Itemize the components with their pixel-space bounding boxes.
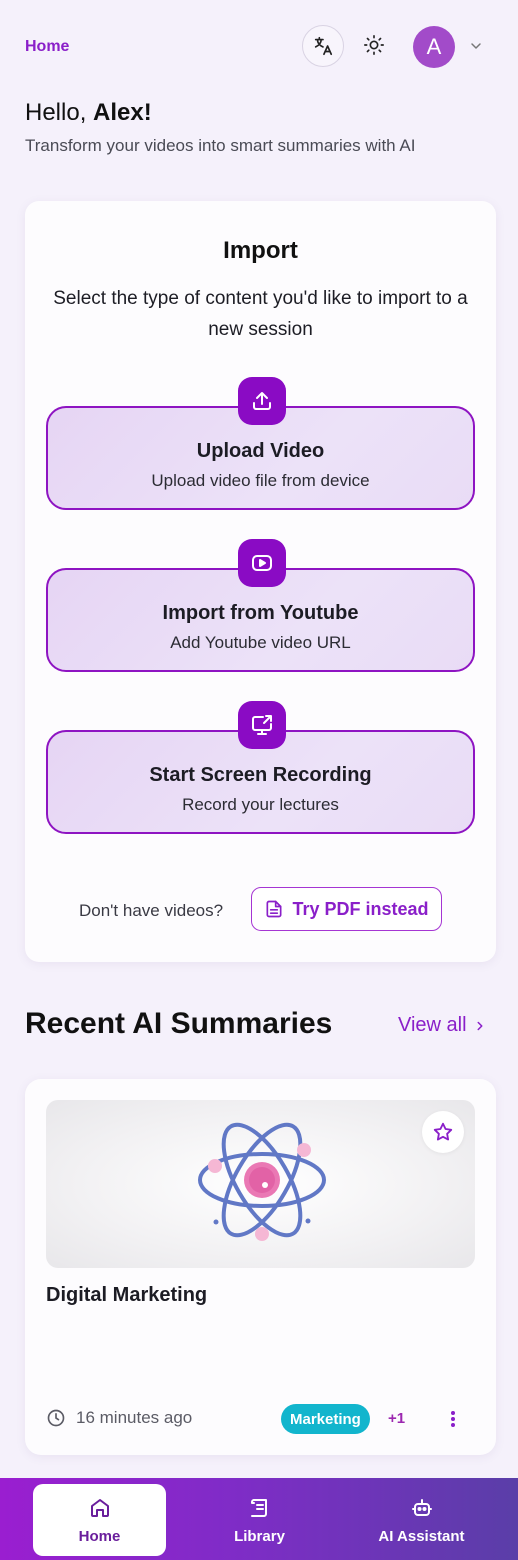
greeting-name: Alex! [93,99,152,126]
nav-label: Home [78,1527,121,1545]
summary-time: 16 minutes ago [46,1408,192,1428]
chevron-down-icon [471,43,481,49]
recent-summaries-title: Recent AI Summaries [25,1007,333,1040]
avatar[interactable]: A [413,26,455,68]
no-videos-text: Don't have videos? [79,901,224,920]
nav-item-library[interactable]: Library [193,1484,326,1556]
upload-icon [238,377,286,425]
extra-tags-count[interactable]: +1 [388,1410,405,1427]
upload-video-option[interactable]: Upload Video Upload video file from devi… [46,377,475,510]
youtube-icon [238,539,286,587]
summary-title: Digital Marketing [46,1284,208,1306]
summary-thumbnail [46,1100,475,1268]
robot-icon [411,1498,432,1516]
nav-label: AI Assistant [378,1527,465,1545]
option-subtitle: Add Youtube video URL [170,633,351,652]
favorite-button[interactable] [422,1111,464,1153]
import-title: Import [223,237,298,264]
clock-icon [47,1409,65,1427]
translate-icon [314,36,333,56]
summary-card[interactable]: Digital Marketing 16 minutes ago Marketi… [25,1079,496,1455]
star-icon [433,1122,453,1141]
greeting-hello: Hello, [25,99,87,126]
translate-button[interactable] [302,25,344,67]
try-pdf-button[interactable]: Try PDF instead [251,887,442,931]
top-bar: Home A [0,0,518,92]
import-youtube-option[interactable]: Import from Youtube Add Youtube video UR… [46,539,475,672]
more-vertical-icon [451,1411,455,1427]
category-tag[interactable]: Marketing [281,1404,370,1434]
option-subtitle: Record your lectures [182,795,339,814]
library-icon [250,1498,267,1517]
view-all-label: View all [398,1014,467,1036]
theme-toggle-button[interactable] [357,28,391,62]
screen-record-icon [238,701,286,749]
option-title: Upload Video [196,440,325,462]
nav-label: Library [234,1527,285,1545]
summary-time-label: 16 minutes ago [76,1408,193,1427]
try-pdf-label: Try PDF instead [292,898,429,919]
greeting-subtitle: Transform your videos into smart summari… [25,136,416,155]
more-options-button[interactable] [443,1409,463,1429]
import-card: Import Select the type of content you'd … [25,201,496,962]
option-title: Import from Youtube [162,602,359,624]
greeting: Hello, Alex! [25,99,152,127]
import-description: Select the type of content you'd like to… [53,288,468,340]
breadcrumb[interactable]: Home [25,38,69,56]
nav-item-ai-assistant[interactable]: AI Assistant [355,1484,488,1556]
bottom-navigation: Home Library AI Assistant [0,1478,518,1560]
option-title: Start Screen Recording [149,764,372,786]
nav-item-home[interactable]: Home [33,1484,166,1556]
option-subtitle: Upload video file from device [151,471,370,490]
document-icon [266,900,282,918]
atom-illustration [198,1122,326,1241]
sun-icon [364,35,384,55]
home-icon [90,1498,109,1517]
view-all-link[interactable]: View all [398,1014,487,1037]
account-menu-button[interactable] [466,36,486,56]
screen-recording-option[interactable]: Start Screen Recording Record your lectu… [46,701,475,834]
chevron-right-icon [477,1021,483,1030]
